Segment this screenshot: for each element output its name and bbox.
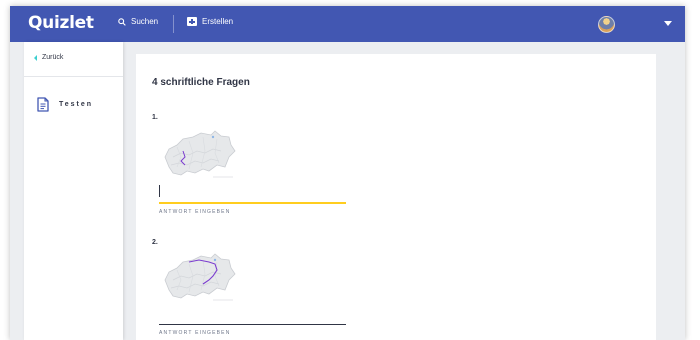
sidebar-item-label: Testen <box>59 101 94 108</box>
answer-input-2[interactable] <box>159 324 346 325</box>
create-button[interactable]: Erstellen <box>187 17 233 26</box>
quizlet-logo[interactable]: Quizlet <box>28 13 94 33</box>
search-label: Suchen <box>131 17 159 26</box>
question-number: 1. <box>152 114 158 121</box>
nav-divider <box>173 15 174 33</box>
answer-field-label: ANTWORT EINGEBEN <box>159 330 231 336</box>
document-icon <box>37 97 49 112</box>
switzerland-map-image <box>164 253 236 301</box>
create-label: Erstellen <box>202 17 234 26</box>
chevron-down-icon[interactable] <box>664 21 672 26</box>
switzerland-map-image <box>164 130 236 178</box>
page-title: 4 schriftliche Fragen <box>152 77 250 88</box>
back-link[interactable]: Zurück <box>34 54 63 61</box>
browser-viewport: Quizlet Suchen Erstellen Zurück Testen 4… <box>10 6 685 340</box>
answer-input-1[interactable] <box>159 202 346 204</box>
text-cursor <box>159 185 160 197</box>
sidebar-item-test[interactable]: Testen <box>37 97 93 112</box>
question-number: 2. <box>152 239 158 246</box>
back-label: Zurück <box>42 54 64 61</box>
top-navigation-bar: Quizlet Suchen Erstellen <box>10 6 685 42</box>
sidebar: Zurück Testen <box>24 42 123 340</box>
search-button[interactable]: Suchen <box>118 17 158 26</box>
chevron-left-icon <box>34 54 37 61</box>
add-set-icon <box>187 17 197 26</box>
search-icon <box>118 17 126 26</box>
answer-field-label: ANTWORT EINGEBEN <box>159 209 231 215</box>
sidebar-divider <box>24 76 123 77</box>
test-panel: 4 schriftliche Fragen 1. ANTWORT EINGEBE… <box>136 54 656 340</box>
user-avatar[interactable] <box>598 16 615 33</box>
